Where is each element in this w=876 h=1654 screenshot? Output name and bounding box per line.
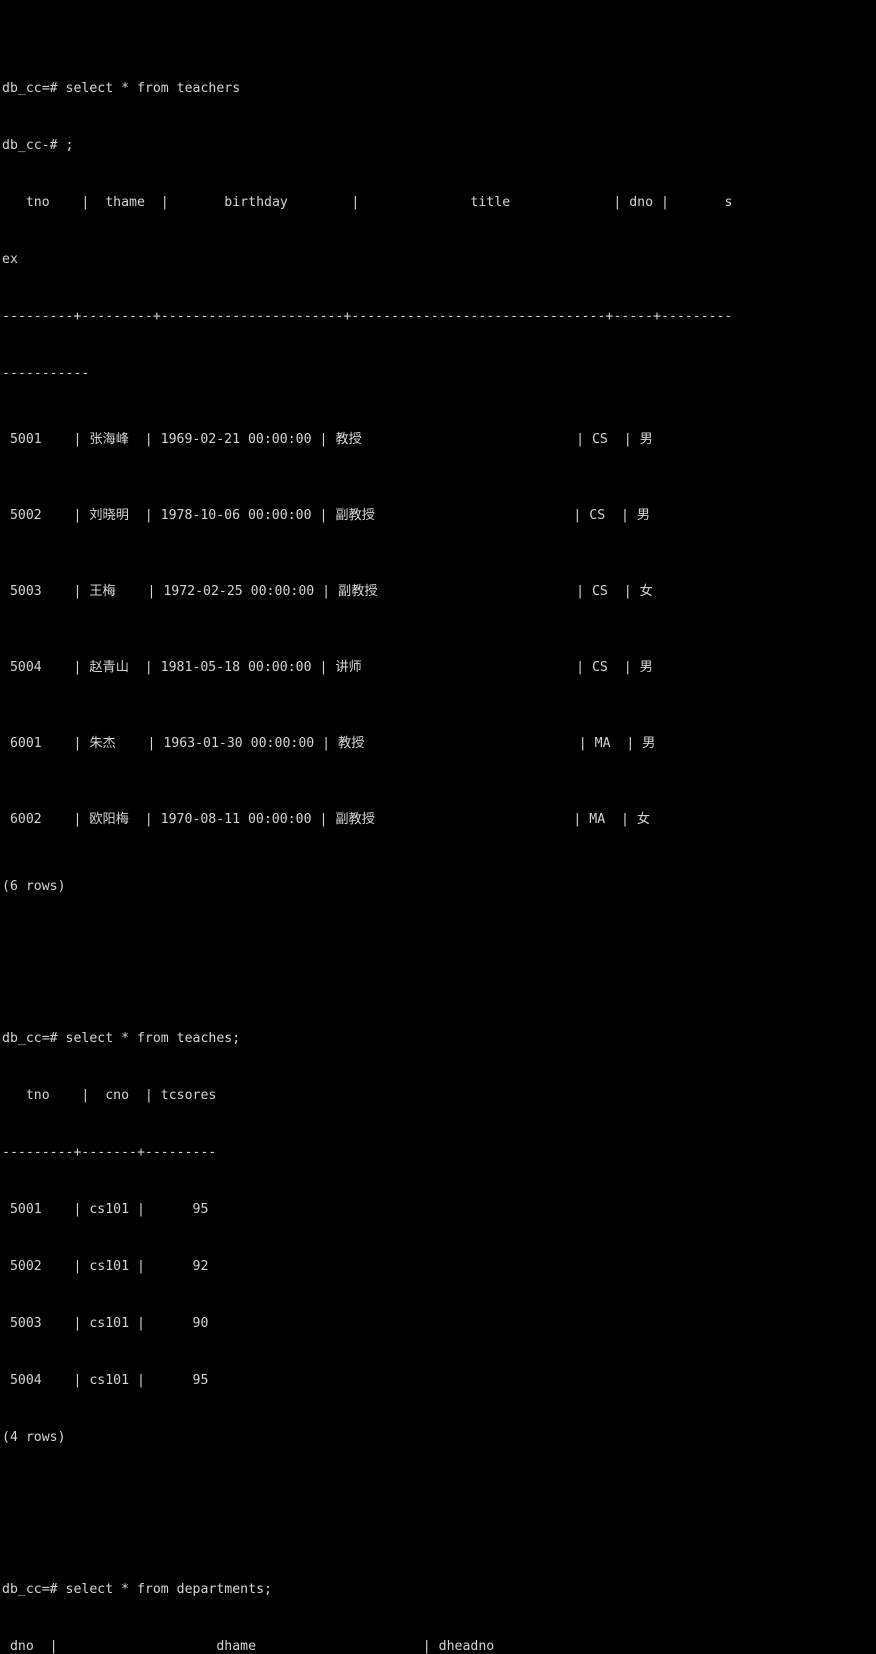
table-row: 5003 | cs101 | 90 [2,1316,209,1331]
table-row: 5001 | 张海峰 | 1969-02-21 00:00:00 | 教授 | … [2,432,653,447]
row-count: (6 rows) [2,879,66,894]
command-line: db_cc=# select * from teaches; [2,1031,241,1046]
table-separator-wrap: ----------- [2,366,90,381]
table-header: tno | thame | birthday | title | dno | s [2,195,733,210]
table-row: 5002 | cs101 | 92 [2,1259,209,1274]
table-row: 5004 | 赵青山 | 1981-05-18 00:00:00 | 讲师 | … [2,660,653,675]
table-row: 5001 | cs101 | 95 [2,1202,209,1217]
table-separator: ---------+---------+--------------------… [2,309,733,324]
table-row: 5004 | cs101 | 95 [2,1373,209,1388]
terminal-window[interactable]: db_cc=# select * from teachers db_cc-# ;… [0,0,876,1654]
command-line: db_cc-# ; [2,138,74,153]
table-header: dno | dhame | dheadno [2,1639,495,1654]
table-row: 6002 | 欧阳梅 | 1970-08-11 00:00:00 | 副教授 |… [2,812,651,827]
table-header-wrap: ex [2,252,18,267]
table-row: 5002 | 刘晓明 | 1978-10-06 00:00:00 | 副教授 |… [2,508,651,523]
row-count: (4 rows) [2,1430,66,1445]
table-separator: ---------+-------+--------- [2,1145,217,1160]
table-row: 6001 | 朱杰 | 1963-01-30 00:00:00 | 教授 | M… [2,736,656,751]
table-header: tno | cno | tcsores [2,1088,217,1103]
command-line: db_cc=# select * from teachers [2,81,241,96]
command-line: db_cc=# select * from departments; [2,1582,272,1597]
table-row: 5003 | 王梅 | 1972-02-25 00:00:00 | 副教授 | … [2,584,653,599]
